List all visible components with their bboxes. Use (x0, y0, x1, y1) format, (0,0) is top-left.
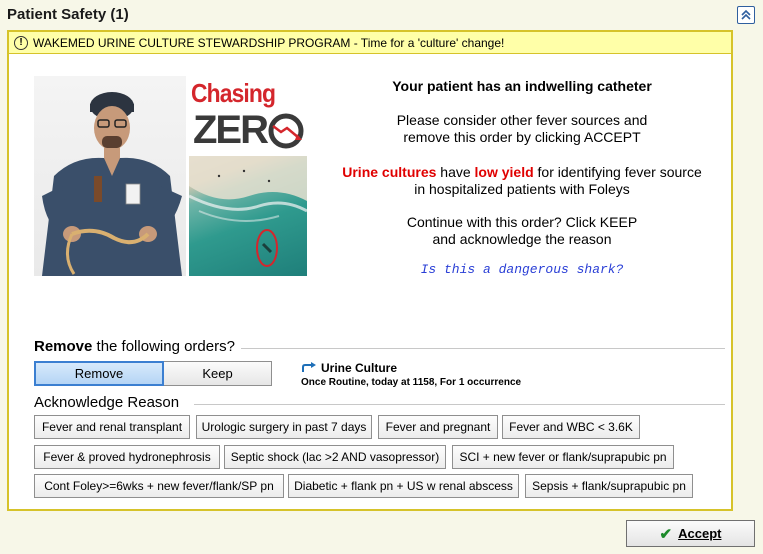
double-chevron-up-icon (741, 9, 751, 20)
message-line: in hospitalized patients with Foleys (414, 181, 630, 197)
order-detail: Once Routine, today at 1158, For 1 occur… (301, 377, 522, 388)
chasing-zero-logo: Chasing ZER (189, 76, 307, 156)
reason-button-urologic-surgery[interactable]: Urologic surgery in past 7 days (196, 415, 372, 439)
reason-button-septic-shock[interactable]: Septic shock (lac >2 AND vasopressor) (224, 445, 446, 469)
accept-label: Accept (678, 526, 722, 541)
alert-panel: ! WAKEMED URINE CULTURE STEWARDSHIP PROG… (7, 30, 733, 511)
message-line: and acknowledge the reason (432, 231, 612, 247)
acknowledge-reason-label: Acknowledge Reason (34, 394, 180, 411)
remove-label-bold: Remove (34, 338, 93, 355)
message-fever-sources: Please consider other fever sources and … (327, 112, 717, 146)
alert-text: WAKEMED URINE CULTURE STEWARDSHIP PROGRA… (33, 35, 505, 50)
remove-keep-toggle: Remove Keep (34, 361, 272, 386)
keep-toggle-button[interactable]: Keep (164, 361, 272, 386)
reason-button-wbc[interactable]: Fever and WBC < 3.6K (502, 415, 640, 439)
message-title: Your patient has an indwelling catheter (392, 78, 652, 94)
message-text: for identifying fever source (533, 164, 702, 180)
remove-orders-label: Remove the following orders? (34, 338, 235, 355)
reason-button-renal-transplant[interactable]: Fever and renal transplant (34, 415, 190, 439)
reason-button-sci[interactable]: SCI + new fever or flank/suprapubic pn (452, 445, 674, 469)
message-line: Urine cultures have low yield for identi… (327, 164, 717, 181)
accept-button[interactable]: ✔ Accept (626, 520, 755, 547)
remove-toggle-button[interactable]: Remove (34, 361, 164, 386)
divider (241, 348, 725, 349)
divider (194, 404, 725, 405)
beach-shark-photo (189, 156, 307, 276)
section-title: Patient Safety (1) (7, 6, 129, 23)
logo-chasing-text: Chasing (191, 78, 276, 108)
order-link-icon (302, 362, 316, 372)
clinician-photo (34, 76, 186, 276)
order-name: Urine Culture (321, 361, 398, 375)
zero-graph-icon (268, 113, 304, 149)
message-text: have (436, 164, 475, 180)
campaign-image: Chasing ZER (34, 76, 307, 276)
message-line: Please consider other fever sources and (396, 112, 648, 128)
logo-zero-text: ZER (193, 108, 269, 152)
checkmark-icon: ✔ (659, 525, 673, 543)
message-low-yield: Urine cultures have low yield for identi… (327, 164, 717, 198)
order-name-row: Urine Culture (301, 361, 521, 375)
collapse-button[interactable] (737, 6, 755, 24)
emphasis-text: low yield (474, 164, 534, 180)
section-header: Patient Safety (1) (0, 0, 763, 30)
reason-button-diabetic[interactable]: Diabetic + flank pn + US w renal abscess (288, 474, 519, 498)
order-info: Urine Culture Once Routine, today at 115… (301, 361, 521, 388)
reason-button-hydronephrosis[interactable]: Fever & proved hydronephrosis (34, 445, 220, 469)
shark-question-link[interactable]: Is this a dangerous shark? (327, 262, 717, 277)
message-line: remove this order by clicking ACCEPT (403, 129, 641, 145)
reason-button-cont-foley[interactable]: Cont Foley>=6wks + new fever/flank/SP pn (34, 474, 284, 498)
exclamation-circle-icon: ! (14, 35, 28, 50)
remove-label-rest: the following orders? (92, 338, 235, 355)
message-continue: Continue with this order? Click KEEP and… (327, 214, 717, 248)
emphasis-text: Urine cultures (342, 164, 437, 180)
reason-button-sepsis[interactable]: Sepsis + flank/suprapubic pn (525, 474, 693, 498)
message-line: Continue with this order? Click KEEP (406, 214, 638, 230)
reason-button-pregnant[interactable]: Fever and pregnant (378, 415, 498, 439)
alert-banner: ! WAKEMED URINE CULTURE STEWARDSHIP PROG… (9, 32, 731, 54)
